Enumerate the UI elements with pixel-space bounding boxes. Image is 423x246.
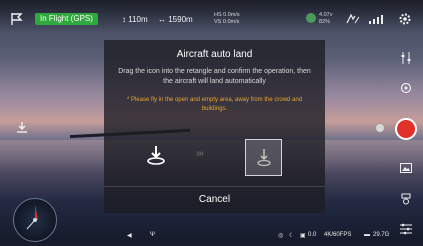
draggable-land-icon[interactable] <box>144 143 168 167</box>
camera-switch-icon[interactable] <box>400 82 412 94</box>
auto-land-dialog: Aircraft auto land Drag the icon into th… <box>104 40 325 213</box>
top-status-bar: In Flight (GPS) ↕ 110m ↔ 1590m HS 0.0m/s… <box>0 0 423 32</box>
gimbal-icon[interactable] <box>400 193 412 205</box>
sd-card-icon: ▬ <box>364 232 370 238</box>
drag-direction-arrows: ››› <box>196 148 204 159</box>
ev-value: 0.0 <box>308 232 317 238</box>
settings-icon[interactable] <box>398 12 412 26</box>
altitude-readout: ↕ 110m <box>122 15 148 24</box>
horizontal-speed: HS 0.0m/s <box>214 12 240 18</box>
radar-compass-icon[interactable] <box>13 198 57 242</box>
distance-value: 1590m <box>168 15 193 24</box>
mode-indicator[interactable] <box>376 124 384 132</box>
antenna-icon: Ψ <box>150 232 156 238</box>
advanced-settings-icon[interactable] <box>399 223 413 235</box>
dialog-description: Drag the icon into the retangle and conf… <box>118 68 311 85</box>
distance-icon: ↔ <box>158 15 166 24</box>
battery-voltage: 4.07v <box>319 12 333 18</box>
battery-percent: 82% <box>319 19 331 25</box>
dialog-title: Aircraft auto land <box>176 49 253 60</box>
ev-icon: ▣ <box>300 233 306 239</box>
shutter-button[interactable] <box>395 118 417 140</box>
rc-signal-icon <box>369 15 383 24</box>
cancel-button[interactable]: Cancel <box>104 187 325 213</box>
drop-target-land-icon <box>257 149 271 167</box>
storage-value: 29.7G <box>373 232 390 238</box>
dialog-warning: * Please fly in the open and empty area,… <box>126 97 303 112</box>
sliders-icon[interactable] <box>401 52 411 64</box>
vertical-speed: VS 0.0m/s <box>214 19 240 25</box>
night-icon: ☾ <box>289 233 295 239</box>
distance-readout: ↔ 1590m <box>158 15 193 24</box>
playback-icon[interactable] <box>400 163 412 173</box>
speaker-icon: ◀ <box>127 233 132 239</box>
gps-icon <box>306 13 316 23</box>
home-point-icon[interactable] <box>10 12 24 26</box>
radar-needle <box>26 205 38 230</box>
flight-mode-badge[interactable]: In Flight (GPS) <box>35 13 98 25</box>
signal-icon <box>346 13 360 24</box>
resolution-value: 4K/60FPS <box>324 232 352 238</box>
speed-readout: HS 0.0m/s VS 0.0m/s <box>214 12 240 26</box>
land-drop-target[interactable] <box>245 139 282 176</box>
altitude-value: 110m <box>128 15 148 24</box>
auto-land-icon[interactable] <box>15 121 29 135</box>
altitude-icon: ↕ <box>122 15 126 24</box>
battery-readout: 4.07v 82% <box>319 12 332 26</box>
crosshair-icon: ◎ <box>278 233 284 239</box>
